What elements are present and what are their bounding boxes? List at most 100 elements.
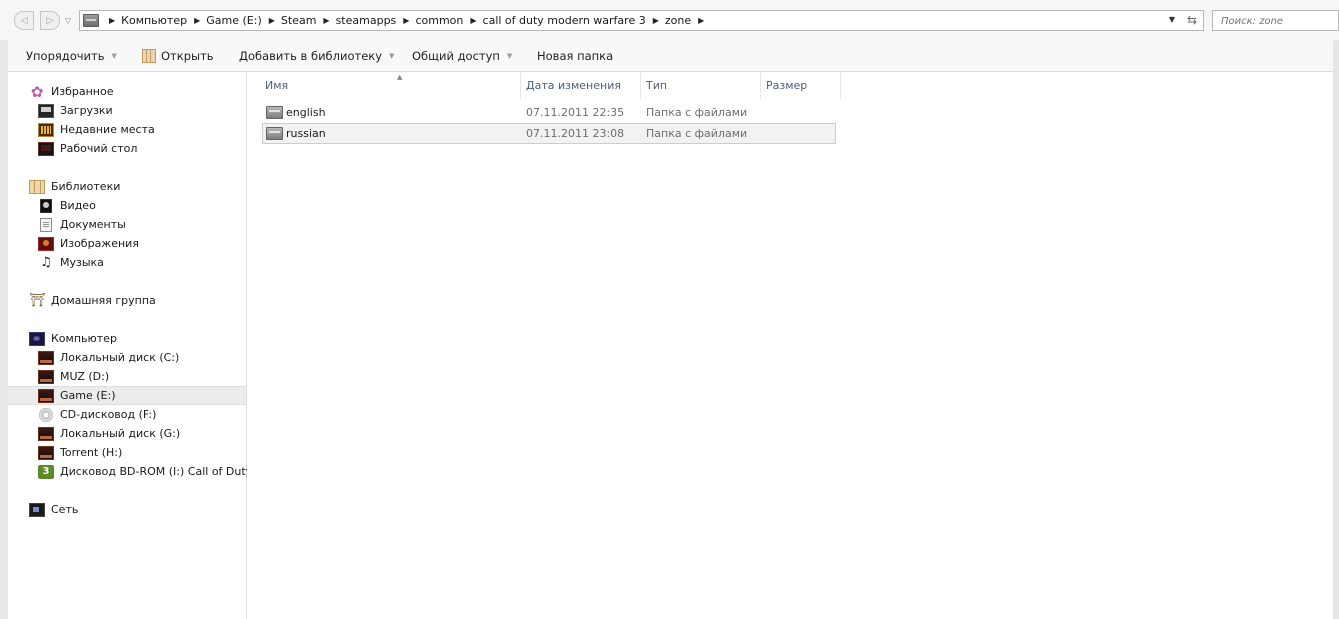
forward-arrow-icon: ▷ xyxy=(46,15,54,26)
forward-button[interactable]: ▷ xyxy=(40,11,60,30)
computer-icon xyxy=(29,331,45,346)
breadcrumb-separator-icon[interactable]: ▶ xyxy=(269,16,275,25)
file-type: Папка с файлами xyxy=(646,127,748,140)
images-library-icon xyxy=(38,236,54,251)
column-header-name[interactable]: Имя ▲ xyxy=(259,72,521,99)
network-icon xyxy=(29,502,45,517)
breadcrumb-separator-icon[interactable]: ▶ xyxy=(653,16,659,25)
nav-computer-label: Компьютер xyxy=(51,332,117,345)
add-to-library-button[interactable]: Добавить в библиотеку ▼ xyxy=(239,41,394,71)
breadcrumb-separator-icon[interactable]: ▶ xyxy=(470,16,476,25)
desktop-icon xyxy=(38,141,54,156)
new-folder-label: Новая папка xyxy=(537,49,614,63)
nav-item-label: Документы xyxy=(60,218,126,231)
nav-libraries-label: Библиотеки xyxy=(51,180,121,193)
column-header-type[interactable]: Тип xyxy=(640,72,761,99)
headphones-icon: ♫ xyxy=(40,254,52,270)
column-header-modified[interactable]: Дата изменения xyxy=(520,72,641,99)
address-row: ◁ ▷ ▽ ▶ Компьютер ▶ Game (E:) ▶ Steam ▶ … xyxy=(0,0,1339,40)
breadcrumb-separator-icon[interactable]: ▶ xyxy=(323,16,329,25)
nav-item-drive-c[interactable]: Локальный диск (C:) xyxy=(8,348,276,367)
bd-rom-disc-icon: 3 xyxy=(38,464,54,479)
downloads-icon xyxy=(38,103,54,118)
nav-item-drive-i[interactable]: 3 Дисковод BD-ROM (I:) Call of Duty® xyxy=(8,462,276,481)
hard-disk-icon xyxy=(38,350,54,365)
nav-item-drive-e[interactable]: Game (E:) xyxy=(8,386,246,405)
search-input[interactable] xyxy=(1219,12,1333,31)
nav-homegroup[interactable]: ⛩ Домашняя группа xyxy=(8,291,267,310)
open-button[interactable]: Открыть xyxy=(142,41,214,71)
nav-item-label: Рабочий стол xyxy=(60,142,138,155)
nav-item-documents[interactable]: Документы xyxy=(8,215,276,234)
breadcrumb-item-computer[interactable]: Компьютер xyxy=(121,14,187,27)
add-to-library-label: Добавить в библиотеку xyxy=(239,49,383,63)
organize-button[interactable]: Упорядочить ▼ xyxy=(26,41,117,71)
search-box[interactable] xyxy=(1212,10,1339,31)
address-bar[interactable]: ▶ Компьютер ▶ Game (E:) ▶ Steam ▶ steama… xyxy=(79,10,1204,31)
new-folder-button[interactable]: Новая папка xyxy=(537,41,613,71)
nav-item-music[interactable]: ♫ Музыка xyxy=(8,253,276,272)
folder-icon xyxy=(266,106,283,119)
breadcrumb-item-steam[interactable]: Steam xyxy=(281,14,317,27)
file-name-cell: russian xyxy=(266,124,326,143)
address-dropdown-icon[interactable]: ▼ xyxy=(1166,14,1178,26)
libraries-icon xyxy=(29,179,45,194)
breadcrumb-separator-icon[interactable]: ▶ xyxy=(698,16,704,25)
nav-favorites[interactable]: ✿ Избранное xyxy=(8,82,267,101)
nav-item-video[interactable]: Видео xyxy=(8,196,276,215)
column-header-size[interactable]: Размер xyxy=(760,72,841,99)
window-border-left xyxy=(0,0,8,619)
nav-favorites-label: Избранное xyxy=(51,85,114,98)
nav-item-drive-f[interactable]: CD-дисковод (F:) xyxy=(8,405,276,424)
nav-item-images[interactable]: Изображения xyxy=(8,234,276,253)
nav-item-drive-h[interactable]: Torrent (H:) xyxy=(8,443,276,462)
open-icon xyxy=(142,49,156,63)
breadcrumb-item-game-drive[interactable]: Game (E:) xyxy=(206,14,261,27)
nav-network[interactable]: Сеть xyxy=(8,500,267,519)
video-library-icon xyxy=(40,198,52,213)
nav-item-drive-g[interactable]: Локальный диск (G:) xyxy=(8,424,276,443)
file-name: english xyxy=(286,106,326,119)
explorer-window: ◁ ▷ ▽ ▶ Компьютер ▶ Game (E:) ▶ Steam ▶ … xyxy=(0,0,1339,619)
nav-item-recent-places[interactable]: Недавние места xyxy=(8,120,276,139)
breadcrumb-item-common[interactable]: common xyxy=(415,14,463,27)
recent-places-icon xyxy=(38,122,54,137)
column-header-type-label: Тип xyxy=(646,79,668,92)
breadcrumb-separator-icon[interactable]: ▶ xyxy=(194,16,200,25)
file-name-cell: english xyxy=(266,103,326,122)
hard-disk-icon xyxy=(38,388,54,403)
nav-item-label: Torrent (H:) xyxy=(60,446,123,459)
column-header-modified-label: Дата изменения xyxy=(526,79,621,92)
documents-library-icon xyxy=(40,217,52,232)
column-header-name-label: Имя xyxy=(265,79,289,92)
folder-icon xyxy=(266,127,283,140)
navigation-pane: ✿ Избранное Загрузки Недавние места Рабо… xyxy=(8,72,263,619)
back-button[interactable]: ◁ xyxy=(14,11,34,30)
nav-libraries[interactable]: Библиотеки xyxy=(8,177,267,196)
nav-item-downloads[interactable]: Загрузки xyxy=(8,101,276,120)
breadcrumb-item-mw3[interactable]: call of duty modern warfare 3 xyxy=(483,14,646,27)
hard-disk-icon xyxy=(38,426,54,441)
nav-item-label: Дисковод BD-ROM (I:) Call of Duty® xyxy=(60,465,264,478)
file-name: russian xyxy=(286,127,326,140)
breadcrumb-item-steamapps[interactable]: steamapps xyxy=(336,14,397,27)
breadcrumb-item-zone[interactable]: zone xyxy=(665,14,691,27)
nav-item-label: Музыка xyxy=(60,256,104,269)
file-row-selected[interactable]: russian 07.11.2011 23:08 Папка с файлами xyxy=(262,123,836,144)
chevron-down-icon: ▼ xyxy=(389,52,395,60)
nav-item-label: Game (E:) xyxy=(60,389,116,402)
nav-computer[interactable]: Компьютер xyxy=(8,329,267,348)
nav-item-label: MUZ (D:) xyxy=(60,370,110,383)
nav-item-desktop[interactable]: Рабочий стол xyxy=(8,139,276,158)
recent-locations-chevron-icon[interactable]: ▽ xyxy=(65,16,74,25)
breadcrumb-separator-icon[interactable]: ▶ xyxy=(109,16,115,25)
share-button[interactable]: Общий доступ ▼ xyxy=(412,41,512,71)
breadcrumb-separator-icon[interactable]: ▶ xyxy=(403,16,409,25)
file-type: Папка с файлами xyxy=(646,106,748,119)
nav-item-drive-d[interactable]: MUZ (D:) xyxy=(8,367,276,386)
nav-item-label: Видео xyxy=(60,199,96,212)
file-row[interactable]: english 07.11.2011 22:35 Папка с файлами xyxy=(262,103,836,124)
sort-ascending-icon: ▲ xyxy=(397,73,403,81)
refresh-icon[interactable]: ⇆ xyxy=(1184,13,1200,27)
file-modified: 07.11.2011 23:08 xyxy=(526,127,625,140)
